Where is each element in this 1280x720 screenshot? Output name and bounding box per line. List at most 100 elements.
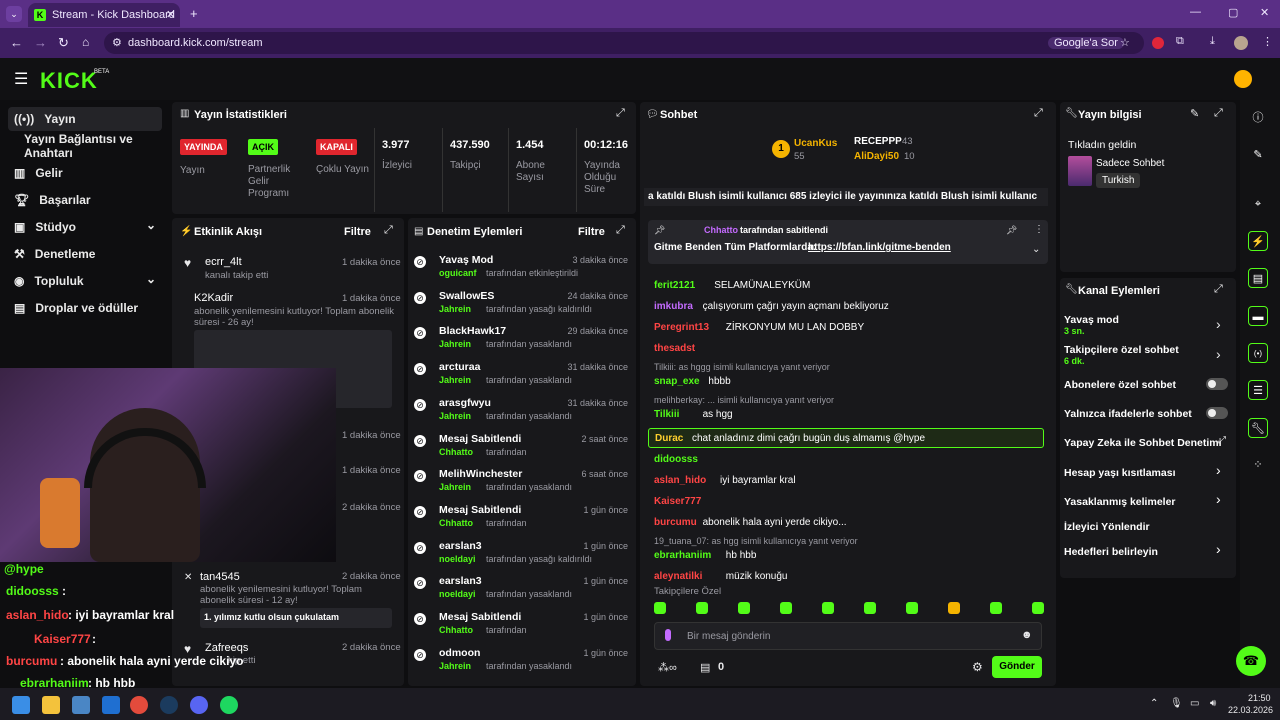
emote-icon[interactable]: [948, 602, 960, 614]
pinned-link[interactable]: https://bfan.link/gitme-benden: [808, 242, 951, 253]
lightning-icon[interactable]: ⚡: [1248, 231, 1268, 251]
steam-icon[interactable]: [160, 696, 178, 714]
mic-icon[interactable]: [665, 629, 671, 641]
emote-icon[interactable]: [1032, 602, 1044, 614]
send-button[interactable]: Gönder: [992, 656, 1042, 678]
emote-icon[interactable]: [780, 602, 792, 614]
chat-username[interactable]: Kaiser777: [654, 496, 701, 507]
maximize-icon[interactable]: ▢: [1228, 6, 1238, 19]
chat-username[interactable]: aslan_hido: [654, 475, 706, 486]
chat-username[interactable]: thesadst: [654, 343, 695, 354]
document-icon[interactable]: ▤: [1248, 268, 1268, 288]
tab-list-button[interactable]: ⌄: [6, 6, 22, 22]
sidebar-item-studyo[interactable]: ▣ Stüdyo ⌄: [8, 215, 162, 239]
chat-username[interactable]: snap_exe: [654, 376, 700, 387]
volume-icon[interactable]: 🔊︎: [1210, 698, 1216, 709]
google-ask-button[interactable]: Google'a Sor: [1048, 37, 1124, 49]
settings-gear-icon[interactable]: ⚙: [972, 660, 983, 674]
back-icon[interactable]: ←: [10, 35, 23, 50]
sidebar-item-gelir[interactable]: ▥ Gelir: [8, 161, 162, 185]
emote-icon[interactable]: [906, 602, 918, 614]
chat-input[interactable]: Bir mesaj gönderin ☻: [654, 622, 1042, 650]
chat-message[interactable]: burcumu abonelik hala ayni yerde cikiyo.…: [648, 515, 1044, 531]
info-icon[interactable]: ⓘ: [1248, 108, 1268, 128]
discord-icon[interactable]: [190, 696, 208, 714]
sidebar-item-topluluk[interactable]: ◉ Topluluk ⌄: [8, 269, 162, 293]
outlook-icon[interactable]: [102, 696, 120, 714]
windows-start-icon[interactable]: [12, 696, 30, 714]
chevron-down-icon[interactable]: ⌄: [1032, 244, 1040, 255]
chat-message[interactable]: thesadst: [648, 341, 1044, 357]
emote-icon[interactable]: [990, 602, 1002, 614]
chat-message[interactable]: aslan_hido iyi bayramlar kral: [648, 473, 1044, 489]
emote-icon[interactable]: [696, 602, 708, 614]
chat-message[interactable]: didoosss: [648, 452, 1044, 468]
emote-icon[interactable]: [738, 602, 750, 614]
clock-time[interactable]: 21:50: [1248, 693, 1271, 703]
chat-message[interactable]: Kaiser777: [648, 494, 1044, 510]
broadcast-icon[interactable]: (•): [1248, 343, 1268, 363]
channel-action-account-age[interactable]: Hesap yaşı kısıtlaması: [1064, 467, 1176, 479]
chat-username[interactable]: ebrarhaniim: [654, 550, 711, 561]
chat-message[interactable]: ebrarhaniim hb hbb: [648, 548, 1044, 564]
edit-icon[interactable]: ✎: [1248, 145, 1268, 165]
chat-message[interactable]: Tilkiii as hgg: [648, 407, 1044, 423]
browser-tab[interactable]: K Stream - Kick Dashboard ✕: [28, 3, 180, 27]
moderation-action-row[interactable]: ⊘ earslan3 1 gün önce noeldayi tarafında…: [414, 540, 632, 574]
chat-message[interactable]: ferit2121 SELAMÜNALEYKÜM: [648, 278, 1044, 294]
site-info-icon[interactable]: ⚙: [112, 36, 122, 49]
chat-message[interactable]: Durac chat anladınız dimi çağrı bugün du…: [648, 428, 1044, 448]
moderation-action-row[interactable]: ⊘ arcturaa 31 dakika önce Jahrein tarafı…: [414, 361, 632, 395]
sidebar-item-denetleme[interactable]: ⚒ Denetleme: [8, 242, 162, 266]
extension-red-icon[interactable]: [1152, 37, 1164, 49]
chat-username[interactable]: imkubra: [654, 301, 693, 312]
moderation-action-row[interactable]: ⊘ odmoon 1 gün önce Jahrein tarafından y…: [414, 647, 632, 681]
emote-only-toggle[interactable]: [1206, 407, 1228, 419]
currency-icon[interactable]: ⁂∞: [658, 661, 677, 674]
address-bar[interactable]: ⚙ dashboard.kick.com/stream Google'a Sor…: [104, 32, 1144, 54]
sidebar-item-stream-key[interactable]: Yayın Bağlantısı ve Anahtarı: [18, 132, 170, 160]
mic-tray-icon[interactable]: 🎙︎: [1170, 698, 1183, 709]
chat-username[interactable]: Peregrint13: [654, 322, 709, 333]
download-icon[interactable]: ⤓: [1210, 35, 1215, 48]
emoji-icon[interactable]: ☻: [1021, 629, 1033, 641]
moderation-action-row[interactable]: ⊘ Mesaj Sabitlendi 2 saat önce Chhatto t…: [414, 433, 632, 467]
moderation-action-row[interactable]: ⊘ Yavaş Mod 3 dakika önce oguicanf taraf…: [414, 254, 632, 288]
new-tab-icon[interactable]: +: [190, 6, 198, 21]
emote-icon[interactable]: [822, 602, 834, 614]
apps-icon[interactable]: ⁘: [1248, 455, 1268, 475]
sidebar-item-yayin[interactable]: ((•)) Yayın: [8, 107, 162, 131]
external-link-icon[interactable]: ⤢: [1218, 435, 1226, 446]
chat-message[interactable]: aleynatilki müzik konuğu: [648, 569, 1044, 585]
profile-avatar[interactable]: [1234, 36, 1248, 50]
chat-icon[interactable]: ▬: [1248, 306, 1268, 326]
expand-icon[interactable]: ⤢: [616, 107, 625, 120]
moderation-action-row[interactable]: ⊘ earslan3 1 gün önce noeldayi tarafında…: [414, 575, 632, 609]
home-icon[interactable]: ⌂: [82, 35, 89, 49]
moderation-action-row[interactable]: ⊘ MelihWinchester 6 saat önce Jahrein ta…: [414, 468, 632, 502]
emote-icon[interactable]: [864, 602, 876, 614]
channel-action-banned-words[interactable]: Yasaklanmış kelimeler: [1064, 496, 1176, 508]
user-avatar[interactable]: [1234, 70, 1252, 88]
channel-action-followers[interactable]: Takipçilere özel sohbet 6 dk. ›: [1060, 340, 1236, 368]
activity-filter-button[interactable]: Filtre: [344, 226, 371, 238]
close-window-icon[interactable]: ✕: [1260, 6, 1269, 19]
expand-icon[interactable]: ⤢: [384, 224, 393, 237]
moderation-action-row[interactable]: ⊘ SwallowES 24 dakika önce Jahrein taraf…: [414, 290, 632, 324]
moderation-action-row[interactable]: ⊘ arasgfwyu 31 dakika önce Jahrein taraf…: [414, 397, 632, 431]
support-button[interactable]: ☎: [1236, 646, 1266, 676]
moderation-filter-button[interactable]: Filtre: [578, 226, 605, 238]
menu-dots-icon[interactable]: ⋮: [1262, 35, 1273, 48]
tray-arrow-icon[interactable]: ⌃: [1150, 698, 1158, 709]
expand-icon[interactable]: ⤢: [1214, 283, 1223, 296]
channel-action-ai-label[interactable]: Yapay Zeka ile Sohbet Denetimi: [1064, 437, 1222, 449]
moderation-action-row[interactable]: ⊘ Mesaj Sabitlendi 1 gün önce Chhatto ta…: [414, 504, 632, 538]
close-tab-icon[interactable]: ✕: [166, 8, 175, 21]
hamburger-menu-icon[interactable]: ☰: [14, 69, 28, 89]
emote-icon[interactable]: [654, 602, 666, 614]
subs-only-toggle[interactable]: [1206, 378, 1228, 390]
pinned-message[interactable]: 📌︎ Chhatto tarafından sabitlendi Gitme B…: [648, 220, 1048, 264]
channel-action-goals[interactable]: Hedefleri belirleyin: [1064, 546, 1158, 558]
wrench-icon[interactable]: 🔧︎: [1248, 418, 1268, 438]
chat-username[interactable]: Durac: [655, 433, 683, 444]
